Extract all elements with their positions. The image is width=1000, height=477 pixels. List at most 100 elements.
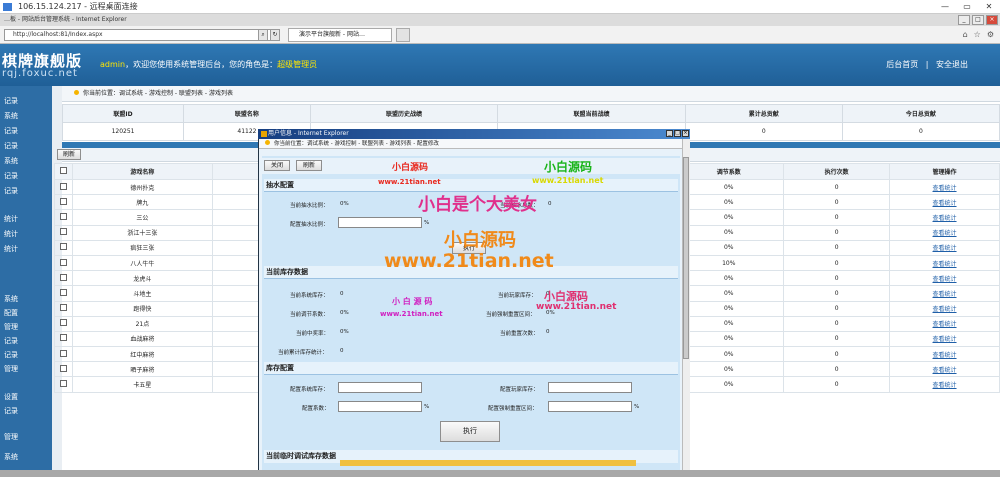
refresh-button[interactable]: 刷新 [57, 149, 81, 160]
view-stats-link[interactable]: 查看统计 [933, 215, 957, 222]
column-header: 联盟名称 [183, 104, 311, 123]
view-stats-link[interactable]: 查看统计 [933, 291, 957, 298]
ie-icon [261, 131, 267, 137]
row-checkbox[interactable] [59, 258, 67, 266]
adjust-coef: 0% [673, 376, 785, 393]
view-stats-link[interactable]: 查看统计 [933, 306, 957, 313]
view-stats-link[interactable]: 查看统计 [933, 336, 957, 343]
action-cell: 查看统计 [889, 239, 1000, 256]
sidebar-item[interactable]: 管理 [0, 432, 52, 442]
home-icon[interactable]: ⌂ [963, 30, 968, 39]
game-name: 疯狂三张 [71, 239, 213, 256]
row-checkbox[interactable] [59, 380, 67, 388]
welcome-user: admin [100, 60, 126, 69]
column-header: 今日总贡献 [841, 104, 1000, 123]
view-stats-link[interactable]: 查看统计 [933, 352, 957, 359]
adjust-coef: 0% [673, 361, 785, 378]
config-system-stock-label: 配置系统库存： [290, 387, 329, 393]
view-stats-link[interactable]: 查看统计 [933, 321, 957, 328]
sidebar-item[interactable]: 配置 [0, 308, 52, 318]
browser-tab[interactable]: 演示平台旗舰新 - 网站… [288, 28, 392, 42]
minimize-icon[interactable]: — [934, 0, 956, 14]
game-name: 卡五星 [71, 376, 213, 393]
sidebar-item[interactable]: 系统 [0, 294, 52, 304]
ie-window-controls: _ □ × [958, 14, 998, 25]
sidebar-item[interactable]: 记录 [0, 336, 52, 346]
home-link[interactable]: 后台首页 [886, 60, 918, 69]
execute-stock-button[interactable]: 执行 [440, 421, 500, 442]
game-name: 跑得快 [71, 300, 213, 317]
row-checkbox[interactable] [59, 212, 67, 220]
sidebar-item[interactable]: 统计 [0, 244, 52, 254]
row-checkbox[interactable] [59, 319, 67, 327]
view-stats-link[interactable]: 查看统计 [933, 367, 957, 374]
view-stats-link[interactable]: 查看统计 [933, 382, 957, 389]
ie-close-icon[interactable]: × [986, 15, 998, 25]
row-checkbox[interactable] [59, 364, 67, 372]
player-stock-input[interactable] [548, 382, 632, 393]
checkbox-cell [54, 285, 73, 302]
coef-input[interactable] [338, 401, 422, 412]
close-icon[interactable]: ✕ [978, 0, 1000, 14]
accumulated-stock-label: 当前累计库存统计： [278, 350, 328, 356]
ie-restore-icon[interactable]: □ [972, 15, 984, 25]
view-stats-link[interactable]: 查看统计 [933, 276, 957, 283]
system-stock-input[interactable] [338, 382, 422, 393]
sidebar-item[interactable]: 记录 [0, 171, 52, 181]
checkbox-cell [54, 330, 73, 348]
exec-count: 0 [783, 270, 891, 287]
reset-range-input[interactable] [548, 401, 632, 412]
row-checkbox[interactable] [59, 304, 67, 312]
row-checkbox[interactable] [59, 182, 67, 190]
win-rate-label: 当前中奖率： [296, 331, 330, 337]
address-bar[interactable]: http://localhost:81/Index.aspx [4, 29, 274, 41]
sidebar-item[interactable]: 统计 [0, 214, 52, 224]
popup-minimize-icon[interactable]: _ [666, 130, 673, 137]
sidebar-item[interactable]: 系统 [0, 452, 52, 462]
view-stats-link[interactable]: 查看统计 [933, 200, 957, 207]
sidebar-item[interactable]: 记录 [0, 126, 52, 136]
popup-refresh-button[interactable]: 刷新 [296, 160, 322, 171]
checkbox-cell [54, 270, 73, 287]
accumulated-stock-value: 0 [340, 348, 344, 354]
view-stats-link[interactable]: 查看统计 [933, 230, 957, 237]
maximize-icon[interactable]: ▭ [956, 0, 978, 14]
sidebar-item[interactable]: 统计 [0, 229, 52, 239]
refresh-icon[interactable]: ↻ [270, 29, 280, 41]
row-checkbox[interactable] [59, 334, 67, 342]
sidebar-item[interactable]: 设置 [0, 392, 52, 402]
sidebar-item[interactable]: 记录 [0, 186, 52, 196]
popup-close-icon[interactable]: × [682, 130, 689, 137]
row-checkbox[interactable] [59, 273, 67, 281]
row-checkbox[interactable] [59, 197, 67, 205]
sidebar-item[interactable]: 记录 [0, 141, 52, 151]
logout-link[interactable]: 安全退出 [936, 60, 968, 69]
table-cell: 0 [684, 122, 843, 141]
row-checkbox[interactable] [59, 243, 67, 251]
sidebar-item[interactable]: 管理 [0, 364, 52, 374]
new-tab-button[interactable] [396, 28, 410, 42]
sidebar-item[interactable]: 记录 [0, 96, 52, 106]
view-stats-link[interactable]: 查看统计 [933, 261, 957, 268]
watermark-text: 小白源码 [392, 163, 429, 173]
view-stats-link[interactable]: 查看统计 [933, 185, 957, 192]
gear-icon[interactable]: ⚙ [987, 30, 994, 39]
sidebar-item[interactable]: 系统 [0, 156, 52, 166]
popup-scroll-thumb[interactable] [683, 157, 689, 359]
sidebar-item[interactable]: 记录 [0, 350, 52, 360]
sidebar-item[interactable]: 记录 [0, 406, 52, 416]
sidebar-item[interactable]: 系统 [0, 111, 52, 121]
rake-ratio-input[interactable] [338, 217, 422, 228]
view-stats-link[interactable]: 查看统计 [933, 245, 957, 252]
favorites-icon[interactable]: ☆ [974, 30, 981, 39]
row-checkbox[interactable] [59, 349, 67, 357]
row-checkbox[interactable] [59, 288, 67, 296]
close-button[interactable]: 关闭 [264, 160, 290, 171]
select-all-checkbox[interactable] [59, 167, 67, 174]
section-stock-config: 库存配置 [264, 362, 678, 375]
search-icon[interactable]: ⌕ [258, 29, 268, 41]
sidebar-item[interactable]: 管理 [0, 322, 52, 332]
ie-minimize-icon[interactable]: _ [958, 15, 970, 25]
popup-maximize-icon[interactable]: □ [674, 130, 681, 137]
row-checkbox[interactable] [59, 228, 67, 236]
